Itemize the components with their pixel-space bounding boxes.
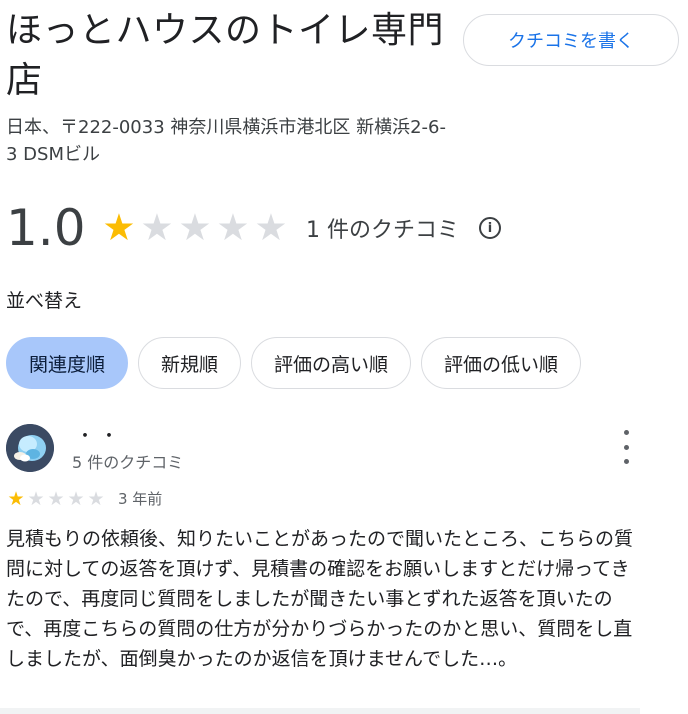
average-stars: ★ ★ ★ ★ ★ <box>100 208 290 248</box>
star-empty-icon: ★ <box>47 487 65 510</box>
star-empty-icon: ★ <box>140 206 174 249</box>
star-empty-icon: ★ <box>87 487 105 510</box>
sort-chip-highest[interactable]: 評価の高い順 <box>251 337 412 389</box>
more-options-icon[interactable] <box>614 430 638 464</box>
star-empty-icon: ★ <box>178 206 212 249</box>
star-empty-icon: ★ <box>216 206 250 249</box>
rating-summary: 1.0 ★ ★ ★ ★ ★ 1 件のクチコミ i <box>6 196 501 260</box>
divider <box>0 708 640 714</box>
star-empty-icon: ★ <box>67 487 85 510</box>
avatar-image <box>6 424 54 472</box>
star-empty-icon: ★ <box>254 206 288 249</box>
write-review-button[interactable]: クチコミを書く <box>463 14 679 66</box>
star-filled-icon: ★ <box>102 206 136 249</box>
review-rating: ★ ★ ★ ★ ★ 3 年前 <box>6 488 162 509</box>
reviewer-review-count: 5 件のクチコミ <box>72 453 184 472</box>
average-score: 1.0 <box>6 199 86 257</box>
sort-chips: 関連度順 新規順 評価の高い順 評価の低い順 <box>6 337 582 389</box>
review-stars: ★ ★ ★ ★ ★ <box>6 489 106 509</box>
sort-chip-relevance[interactable]: 関連度順 <box>6 337 129 389</box>
sort-chip-lowest[interactable]: 評価の低い順 <box>421 337 582 389</box>
place-header: ほっとハウスのトイレ専門店 日本、〒222-0033 神奈川県横浜市港北区 新横… <box>6 6 456 168</box>
place-address: 日本、〒222-0033 神奈川県横浜市港北区 新横浜2-6-3 DSMビル <box>6 117 446 165</box>
place-title: ほっとハウスのトイレ専門店 <box>6 10 445 101</box>
review-count: 1 件のクチコミ <box>306 218 459 243</box>
reviewer-name[interactable]: ・・ <box>76 422 124 448</box>
star-empty-icon: ★ <box>27 487 45 510</box>
sort-label: 並べ替え <box>6 290 83 312</box>
review-time: 3 年前 <box>118 490 163 508</box>
info-icon[interactable]: i <box>479 217 501 239</box>
star-filled-icon: ★ <box>7 487 25 510</box>
review-text: 見積もりの依頼後、知りたいことがあったので聞いたところ、こちらの質問に対しての返… <box>6 528 634 670</box>
sort-chip-newest[interactable]: 新規順 <box>138 337 242 389</box>
avatar[interactable] <box>6 424 54 472</box>
